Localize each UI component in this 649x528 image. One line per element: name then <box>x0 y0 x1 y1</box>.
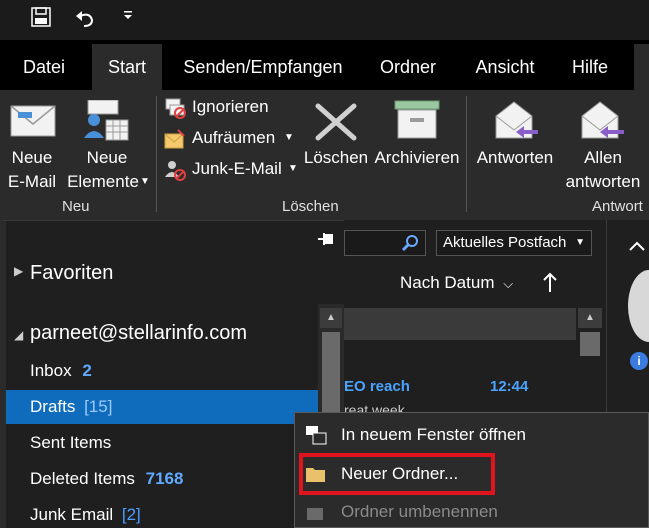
ribbon-separator <box>156 96 157 212</box>
scroll-up-icon[interactable]: ▲ <box>320 308 342 328</box>
folder-junk-email[interactable]: Junk Email [2] <box>30 499 141 528</box>
ignore-button[interactable]: Ignorieren <box>164 94 284 120</box>
tab-hilfe[interactable]: Hilfe <box>558 44 622 90</box>
favorites-label: Favoriten <box>30 262 114 284</box>
ignore-icon <box>165 98 186 119</box>
junk-button[interactable]: Junk-E-Mail ▼ <box>164 156 300 182</box>
search-scope-value: Aktuelles Postfach <box>443 234 567 251</box>
rename-folder-icon <box>307 508 323 520</box>
folder-name: Sent Items <box>30 433 112 452</box>
tab-ansicht[interactable]: Ansicht <box>464 44 546 90</box>
group-label-delete: Löschen <box>282 198 339 215</box>
archive-label: Archivieren <box>374 148 460 167</box>
folder-deleted-items[interactable]: Deleted Items 7168 <box>30 463 183 495</box>
sort-label: Nach Datum <box>400 273 495 292</box>
message-group-header <box>344 308 576 340</box>
folder-count: [15] <box>84 397 113 416</box>
menu-item-label: Neuer Ordner... <box>341 464 459 483</box>
folder-name: Junk Email <box>30 505 114 524</box>
menu-item-label: In neuem Fenster öffnen <box>341 425 526 444</box>
new-email-label-1: Neue <box>11 148 53 167</box>
delete-x-icon <box>315 103 357 141</box>
customize-arrow-icon[interactable] <box>122 10 134 22</box>
scroll-up-icon[interactable]: ▲ <box>578 308 602 328</box>
tab-ordner[interactable]: Ordner <box>366 44 450 90</box>
reply-all-icon <box>581 101 624 139</box>
message-time: 12:44 <box>490 378 529 395</box>
folder-name: Drafts <box>30 397 76 416</box>
account-header[interactable]: ◢ parneet@stellarinfo.com <box>14 322 314 350</box>
new-email-icon <box>10 105 56 137</box>
reply-all-label-2: antworten <box>565 172 641 191</box>
undo-icon[interactable] <box>74 8 96 30</box>
tab-overflow <box>634 44 649 90</box>
new-email-label-2: E-Mail <box>7 172 57 191</box>
new-items-button[interactable]: Neue Elemente ▼ <box>62 96 152 198</box>
menu-item-new-folder[interactable]: Neuer Ordner... <box>295 455 648 493</box>
new-items-icon <box>84 100 129 141</box>
folder-count: [2] <box>121 505 141 524</box>
save-icon[interactable] <box>30 6 54 30</box>
cleanup-button[interactable]: Aufräumen ▼ <box>164 125 296 151</box>
reply-label: Antworten <box>476 148 554 167</box>
menu-item-rename-folder[interactable]: Ordner umbenennen <box>295 493 648 528</box>
ribbon-separator <box>466 96 467 212</box>
cleanup-icon <box>164 129 185 149</box>
new-items-label-1: Neue <box>86 148 128 167</box>
favorites-header[interactable]: ▶ Favoriten <box>14 262 314 290</box>
delete-label: Löschen <box>303 148 369 167</box>
junk-dropdown-icon: ▼ <box>288 163 298 174</box>
folder-drafts[interactable]: Drafts [15] <box>30 391 112 423</box>
folder-count: 2 <box>82 361 92 380</box>
sort-direction-icon[interactable] <box>542 272 558 294</box>
tab-datei[interactable]: Datei <box>12 44 76 90</box>
folder-name: Inbox <box>30 361 72 380</box>
junk-icon <box>165 161 186 181</box>
folder-icon <box>306 468 325 482</box>
scrollbar-thumb[interactable] <box>580 332 600 356</box>
cleanup-label: Aufräumen <box>192 128 276 147</box>
folder-inbox[interactable]: Inbox 2 <box>30 355 92 387</box>
message-item[interactable]: EO reach 12:44 reat week <box>344 372 576 418</box>
message-sender: EO reach <box>344 378 410 395</box>
sort-dropdown[interactable]: Nach Datum ⌵ <box>400 270 513 296</box>
group-label-respond: Antwort <box>592 198 643 215</box>
search-scope-dropdown[interactable]: Aktuelles Postfach ▼ <box>436 230 592 256</box>
new-items-label-2: Elemente <box>67 172 139 191</box>
folder-count: 7168 <box>145 469 184 488</box>
context-menu: In neuem Fenster öffnen Neuer Ordner... … <box>294 412 649 528</box>
reply-all-label-1: Allen <box>584 148 622 167</box>
tab-senden-empfangen[interactable]: Senden/Empfangen <box>174 44 352 90</box>
chevron-down-icon: ▼ <box>575 237 585 248</box>
archive-icon <box>394 100 440 139</box>
collapse-arrow-icon: ◢ <box>14 328 24 342</box>
group-label-new: Neu <box>62 198 90 215</box>
folder-name: Deleted Items <box>30 469 135 488</box>
folder-sent-items[interactable]: Sent Items <box>30 427 111 459</box>
reply-button[interactable]: Antworten <box>472 96 558 198</box>
menu-item-label: Ordner umbenennen <box>341 502 498 521</box>
new-email-button[interactable]: Neue E-Mail <box>4 96 60 198</box>
chevron-down-icon: ⌵ <box>503 276 514 291</box>
new-items-dropdown-icon: ▼ <box>140 176 150 187</box>
account-label: parneet@stellarinfo.com <box>30 322 248 344</box>
chevron-up-icon[interactable] <box>626 236 649 258</box>
menu-item-open-new-window[interactable]: In neuem Fenster öffnen <box>295 416 648 454</box>
tab-start[interactable]: Start <box>92 44 162 90</box>
junk-label: Junk-E-Mail <box>192 159 282 178</box>
expand-arrow-icon: ▶ <box>14 264 24 278</box>
info-icon[interactable]: i <box>630 352 648 370</box>
quick-access-toolbar <box>0 0 649 40</box>
reply-icon <box>495 101 538 139</box>
pin-icon[interactable] <box>316 230 336 248</box>
search-icon <box>401 235 418 252</box>
new-window-icon <box>306 426 327 445</box>
cleanup-dropdown-icon: ▼ <box>284 132 294 143</box>
reply-all-button[interactable]: Allen antworten <box>560 96 646 198</box>
archive-button[interactable]: Archivieren <box>372 96 462 198</box>
ignore-label: Ignorieren <box>192 97 269 116</box>
search-input[interactable] <box>344 230 426 256</box>
delete-button[interactable]: Löschen <box>302 96 370 198</box>
